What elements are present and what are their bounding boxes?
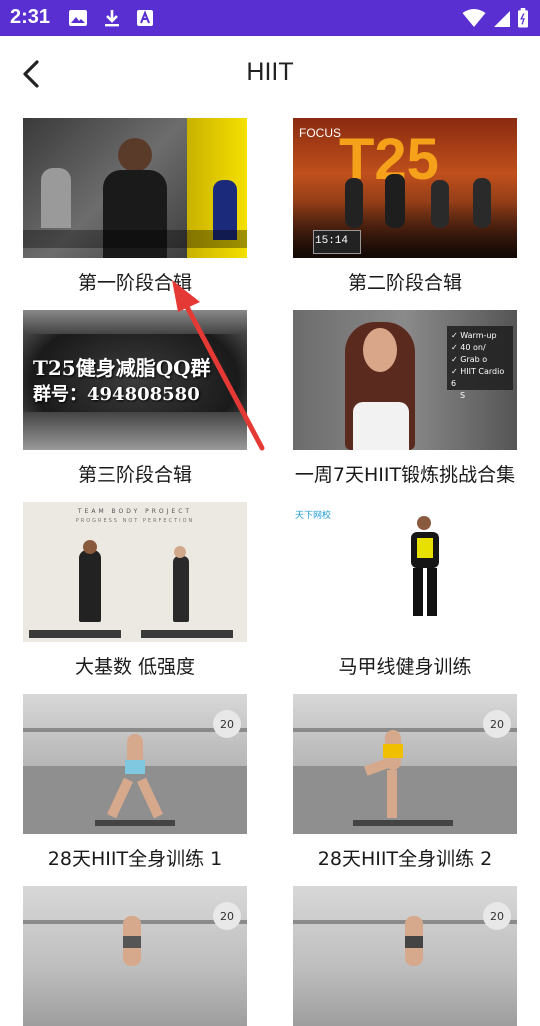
status-bar: 2:31 (0, 0, 540, 36)
video-card[interactable]: TEAM BODY PROJECT PROGRESS NOT PERFECTIO… (23, 502, 247, 678)
video-thumbnail[interactable]: 20 (293, 694, 517, 834)
video-thumbnail[interactable]: 20 (293, 886, 517, 1026)
signal-icon (494, 11, 510, 27)
video-card[interactable]: FOCUS T25 15:14 第二阶段合辑 (293, 118, 517, 294)
video-thumbnail[interactable]: FOCUS T25 15:14 (293, 118, 517, 258)
day-badge: 20 (213, 710, 241, 738)
page-title: HIIT (246, 58, 294, 86)
video-thumbnail[interactable]: 20 (23, 694, 247, 834)
video-card[interactable]: 20 28天HIIT全身训练 2 (293, 694, 517, 870)
video-title: 28天HIIT全身训练 1 (47, 848, 223, 870)
timer-text: 15:14 (315, 235, 349, 247)
video-title: 28天HIIT全身训练 2 (317, 848, 493, 870)
video-card[interactable]: 第一阶段合辑 (23, 118, 247, 294)
video-card[interactable]: 20 (293, 886, 517, 1026)
checklist-item: ✓ Grab o (451, 355, 488, 364)
status-time: 2:31 (10, 6, 51, 28)
video-thumbnail[interactable]: T25健身减脂QQ群 群号：494808580 (23, 310, 247, 450)
video-card[interactable]: ✓ Warm-up ✓ 40 on/ ✓ Grab o ✓ HIIT Cardi… (293, 310, 517, 486)
video-thumbnail[interactable] (23, 118, 247, 258)
video-thumbnail[interactable]: TEAM BODY PROJECT PROGRESS NOT PERFECTIO… (23, 502, 247, 642)
day-badge: 20 (483, 710, 511, 738)
video-card[interactable]: T25健身减脂QQ群 群号：494808580 第三阶段合辑 (23, 310, 247, 486)
video-title: 马甲线健身训练 (338, 656, 472, 678)
checklist-item: ✓ Warm-up (451, 331, 497, 340)
team-sub-banner: PROGRESS NOT PERFECTION (75, 518, 195, 524)
wifi-icon (462, 9, 486, 27)
video-title: 第二阶段合辑 (347, 272, 462, 294)
focus-logo-text: FOCUS (299, 126, 341, 140)
video-title: 第一阶段合辑 (77, 272, 192, 294)
battery-icon (518, 8, 528, 28)
checklist-item: ✓ 40 on/ (451, 343, 486, 352)
video-thumbnail[interactable]: ✓ Warm-up ✓ 40 on/ ✓ Grab o ✓ HIIT Cardi… (293, 310, 517, 450)
video-title: 一周7天HIIT锻炼挑战合集 (294, 464, 516, 486)
app-bar: HIIT (0, 36, 540, 112)
translate-icon (137, 10, 153, 26)
team-banner: TEAM BODY PROJECT (77, 508, 193, 515)
checklist-item: ✓ HIIT Cardio 6 (451, 367, 505, 388)
day-badge: 20 (483, 902, 511, 930)
video-thumbnail[interactable]: 天下网校 (293, 502, 517, 642)
school-logo-text: 天下网校 (295, 511, 332, 521)
day-badge: 20 (213, 902, 241, 930)
video-card[interactable]: 20 28天HIIT全身训练 1 (23, 694, 247, 870)
video-title: 大基数 低强度 (74, 656, 196, 678)
download-icon (105, 10, 119, 27)
video-card[interactable]: 20 (23, 886, 247, 1026)
checklist-item: S (460, 391, 466, 400)
video-title: 第三阶段合辑 (77, 464, 192, 486)
video-thumbnail[interactable]: 20 (23, 886, 247, 1026)
qq-group-title: T25健身减脂QQ群 (33, 356, 211, 380)
video-card[interactable]: 天下网校 马甲线健身训练 (293, 502, 517, 678)
qq-group-number: 群号：494808580 (33, 384, 200, 405)
image-icon (69, 10, 87, 26)
